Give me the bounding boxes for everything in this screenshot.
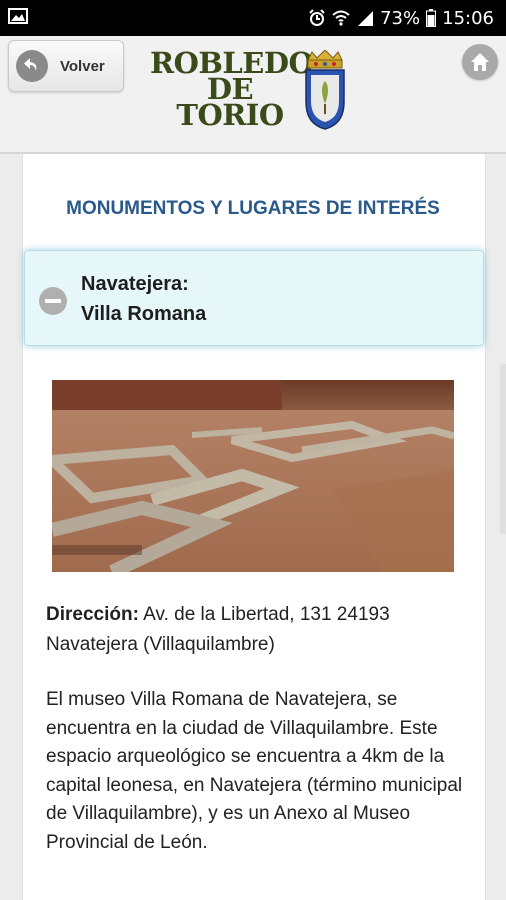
- back-button-label: Volver: [60, 57, 105, 75]
- collapse-icon[interactable]: [39, 287, 67, 315]
- coat-of-arms-icon: [305, 50, 345, 130]
- side-panel-handle[interactable]: [500, 364, 506, 534]
- status-bar: 73% 15:06: [0, 0, 506, 36]
- address-label: Dirección:: [46, 604, 139, 625]
- clock: 15:06: [442, 7, 494, 29]
- alarm-icon: [309, 9, 325, 26]
- accordion-title-line-1: Navatejera:: [81, 273, 189, 295]
- logo: ROBLEDO DE TORIO: [150, 49, 314, 132]
- app-header: Volver ROBLEDO DE TORIO: [0, 36, 506, 154]
- description: El museo Villa Romana de Navatejera, se …: [46, 689, 463, 853]
- status-icons: 73% 15:06: [308, 6, 494, 30]
- battery-percent: 73%: [380, 7, 421, 29]
- image-icon: [8, 8, 28, 24]
- accordion-title-line-2: Villa Romana: [81, 303, 207, 325]
- address: Dirección: Av. de la Libertad, 131 24193…: [46, 600, 464, 660]
- logo-line-3: TORIO: [176, 98, 284, 132]
- back-arrow-icon: [16, 50, 48, 82]
- roman-villa-photo: [52, 380, 454, 572]
- content-area[interactable]: MONUMENTOS Y LUGARES DE INTERÉS Navateje…: [0, 154, 506, 900]
- home-icon: [471, 53, 489, 71]
- wifi-icon: [332, 10, 350, 26]
- battery-icon: [426, 9, 437, 27]
- accordion-title: Navatejera: Villa Romana: [81, 269, 206, 329]
- home-button[interactable]: [462, 44, 498, 80]
- signal-icon: [358, 11, 374, 26]
- back-button[interactable]: Volver: [8, 40, 124, 92]
- accordion-header[interactable]: Navatejera: Villa Romana: [24, 250, 484, 346]
- section-title: MONUMENTOS Y LUGARES DE INTERÉS: [66, 198, 440, 219]
